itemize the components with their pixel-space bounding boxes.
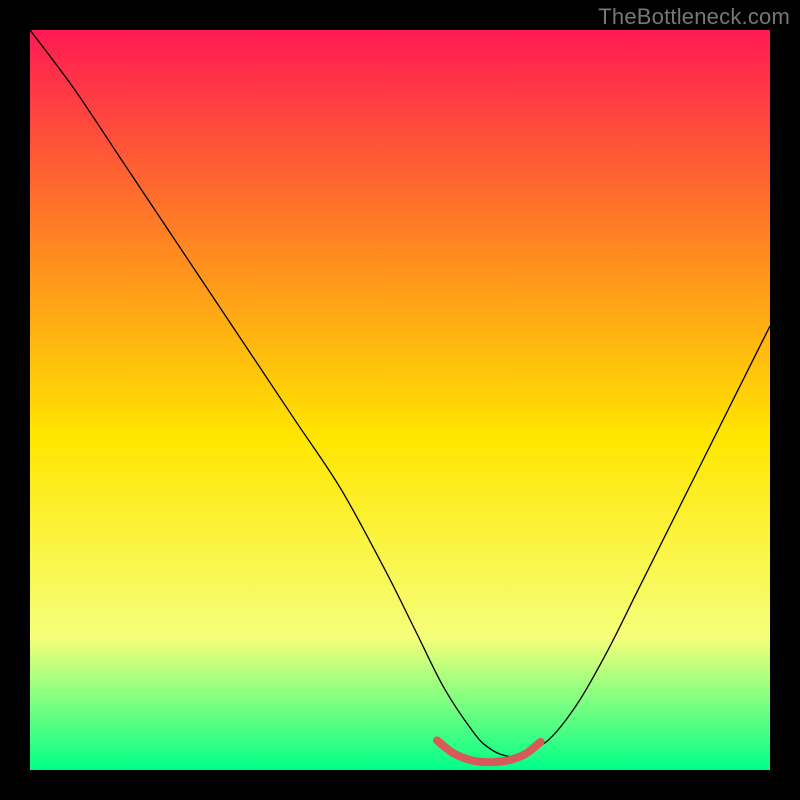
watermark-text: TheBottleneck.com: [598, 4, 790, 30]
gradient-bg: [30, 30, 770, 770]
chart-svg: [30, 30, 770, 770]
plot-area: [30, 30, 770, 770]
chart-frame: TheBottleneck.com: [0, 0, 800, 800]
